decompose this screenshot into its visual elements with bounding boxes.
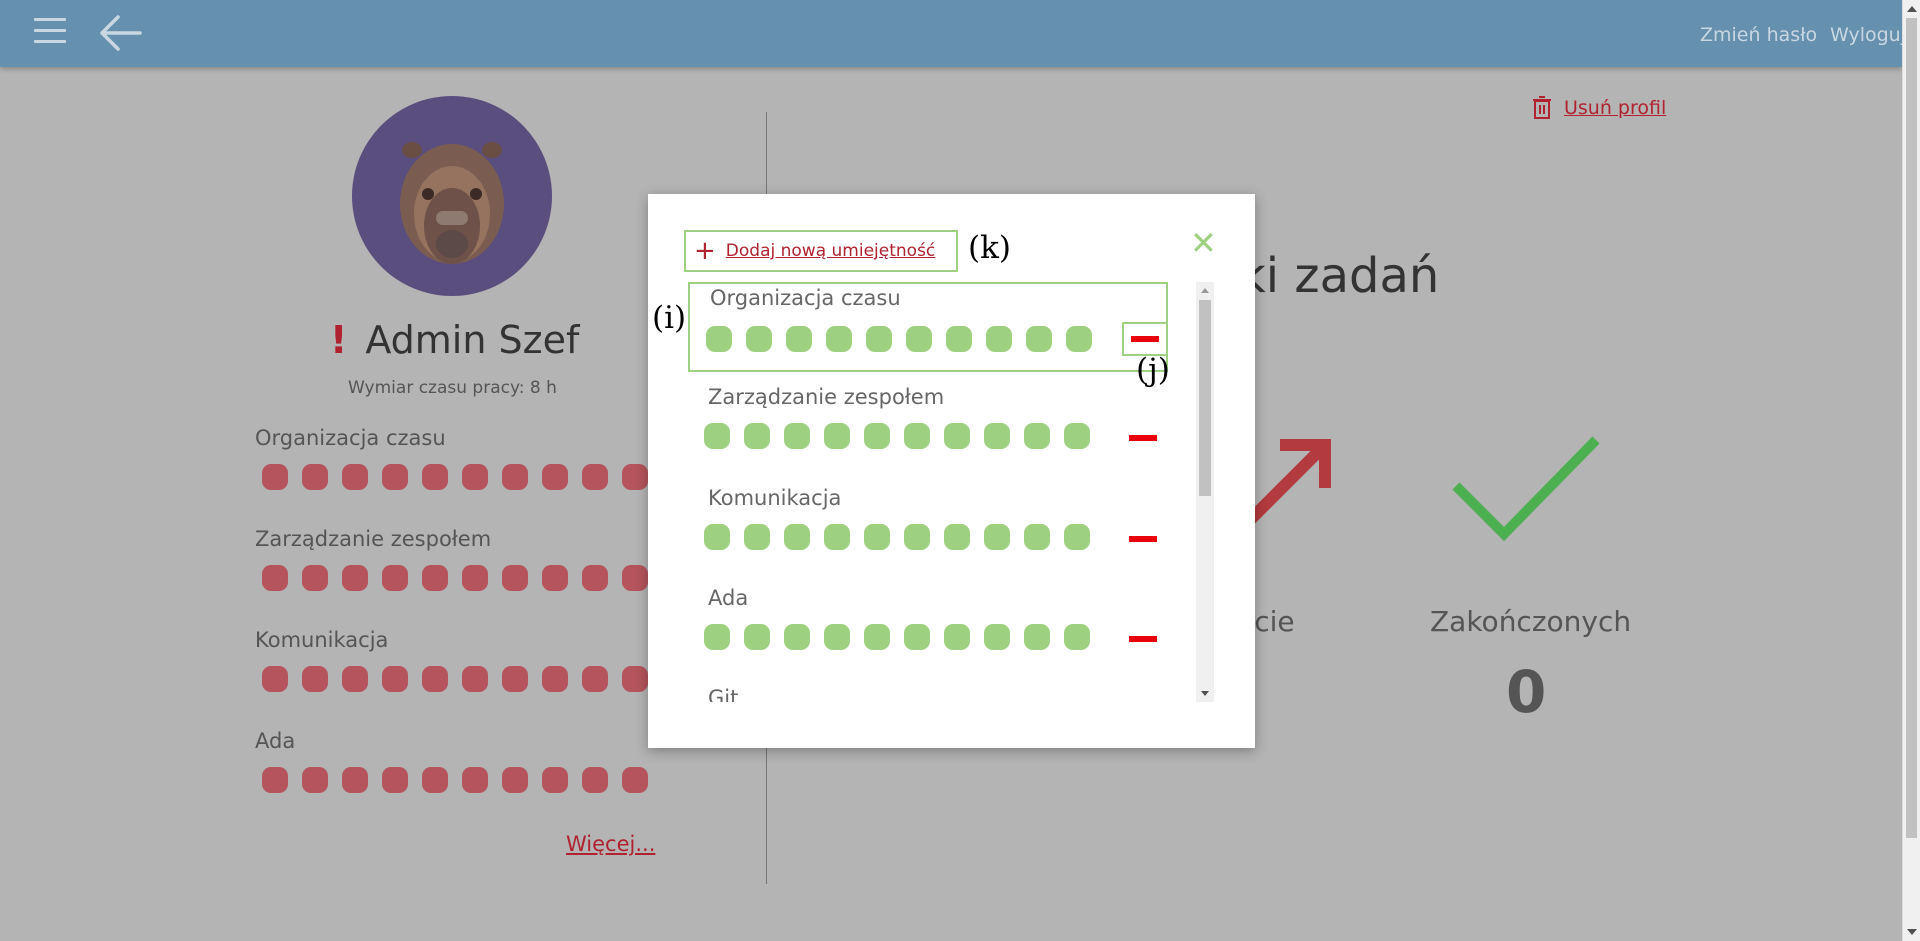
page-scrollbar[interactable] — [1902, 0, 1920, 941]
modal-skill-item: Organizacja czasu — [688, 282, 1168, 372]
logout-link[interactable]: Wyloguj — [1830, 24, 1906, 46]
skill-level-dots — [262, 767, 675, 793]
user-name: Admin Szef — [365, 318, 580, 362]
plus-icon: + — [694, 236, 716, 266]
scroll-down-arrow[interactable] — [1907, 929, 1917, 935]
delete-profile-link[interactable]: Usuń profil — [1532, 96, 1666, 120]
annotation-j: (j) — [1136, 352, 1170, 388]
checkmark-icon — [1452, 436, 1600, 542]
skill-label: Komunikacja — [255, 628, 389, 652]
warning-icon: ! — [330, 318, 348, 362]
capybara-avatar-icon — [400, 142, 504, 264]
change-password-link[interactable]: Zmień hasło — [1700, 24, 1817, 46]
modal-skill-item: Zarządzanie zespołem — [688, 385, 1168, 475]
skill-level-dots — [262, 666, 675, 692]
minus-icon — [1129, 536, 1157, 542]
top-navigation-bar: Zmień hasło Wyloguj — [0, 0, 1906, 67]
skill-label: Ada — [255, 729, 296, 753]
profile-skill: Komunikacja — [255, 628, 675, 692]
scroll-down-arrow[interactable] — [1201, 691, 1209, 696]
modal-skill-item: Git — [688, 686, 1168, 702]
remove-skill-button[interactable] — [1122, 322, 1168, 356]
modal-skill-list[interactable]: Organizacja czasu Zarządzanie zespołem K… — [688, 282, 1186, 702]
skill-label: Ada — [708, 586, 749, 610]
skill-label: Organizacja czasu — [255, 426, 446, 450]
skill-level-dots[interactable] — [706, 326, 1092, 352]
skill-level-dots[interactable] — [704, 524, 1090, 550]
remove-skill-button[interactable] — [1118, 421, 1168, 455]
profile-skill: Zarządzanie zespołem — [255, 527, 675, 591]
profile-skill: Ada — [255, 729, 675, 793]
back-arrow-icon[interactable] — [98, 12, 142, 58]
skill-level-dots[interactable] — [704, 624, 1090, 650]
minus-icon — [1131, 336, 1159, 342]
modal-skill-item: Ada — [688, 586, 1168, 676]
minus-icon — [1129, 636, 1157, 642]
skill-label: Zarządzanie zespołem — [255, 527, 492, 551]
arrow-up-right-icon — [1245, 439, 1331, 525]
trash-icon — [1533, 96, 1551, 119]
delete-profile-label: Usuń profil — [1564, 97, 1667, 119]
annotation-i: (i) — [652, 300, 687, 336]
close-icon[interactable]: ✕ — [1190, 224, 1217, 262]
user-name-heading: ! Admin Szef — [330, 318, 590, 362]
stat-value-completed: 0 — [1506, 658, 1547, 726]
skill-level-dots[interactable] — [704, 423, 1090, 449]
skill-level-dots — [262, 565, 675, 591]
skill-label: Komunikacja — [708, 486, 842, 510]
skills-edit-modal: + Dodaj nową umiejętność (k) ✕ (i) Organ… — [648, 194, 1255, 748]
stats-heading: ki zadań — [1238, 248, 1440, 304]
add-skill-label: Dodaj nową umiejętność — [725, 241, 936, 261]
remove-skill-button[interactable] — [1118, 622, 1168, 656]
modal-skill-item: Komunikacja — [688, 486, 1168, 576]
scrollbar-thumb[interactable] — [1906, 18, 1917, 838]
scroll-up-arrow[interactable] — [1201, 288, 1209, 293]
more-skills-link[interactable]: Więcej... — [566, 832, 655, 856]
minus-icon — [1129, 435, 1157, 441]
annotation-k: (k) — [968, 230, 1011, 266]
skill-list-scrollbar[interactable] — [1196, 282, 1214, 702]
stat-label-completed: Zakończonych — [1430, 605, 1632, 638]
profile-skill: Organizacja czasu — [255, 426, 675, 490]
avatar — [352, 96, 552, 296]
add-skill-button[interactable]: + Dodaj nową umiejętność — [684, 230, 958, 272]
skill-label: Organizacja czasu — [710, 286, 901, 310]
work-hours-text: Wymiar czasu pracy: 8 h — [348, 378, 557, 398]
hamburger-menu-icon[interactable] — [34, 18, 66, 46]
skill-level-dots — [262, 464, 675, 490]
skill-label: Zarządzanie zespołem — [708, 385, 945, 409]
scrollbar-thumb[interactable] — [1199, 300, 1211, 496]
skill-label: Git — [708, 686, 739, 702]
remove-skill-button[interactable] — [1118, 522, 1168, 556]
scroll-up-arrow[interactable] — [1907, 6, 1917, 12]
